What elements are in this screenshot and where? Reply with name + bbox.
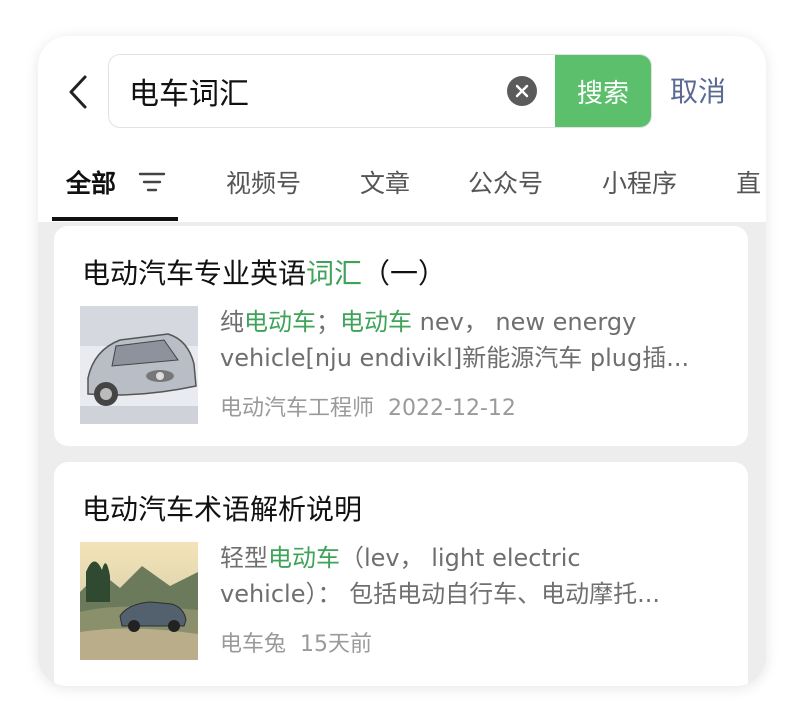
result-card-2[interactable]: 电动汽车术语解析说明 轻型电动车（lev， light electric veh…	[54, 462, 748, 686]
result-tabs: 全部 视频号 文章 公众号 小程序 直	[38, 156, 766, 222]
chevron-left-icon	[69, 75, 87, 109]
search-input[interactable]	[129, 55, 499, 127]
result-thumbnail	[80, 306, 198, 424]
search-header: 搜索 取消 全部 视频号 文章 公众号 小程序 直	[38, 36, 766, 222]
result-snippet: 轻型电动车（lev， light electric vehicle）： 包括电动…	[220, 540, 726, 612]
cancel-button[interactable]: 取消	[670, 70, 726, 110]
result-source: 电动汽车工程师	[220, 396, 375, 421]
tab-live[interactable]: 直	[736, 164, 761, 200]
result-source: 电车兔	[220, 632, 287, 657]
search-screen: 搜索 取消 全部 视频号 文章 公众号 小程序 直 电动汽车专业英语词汇（一）	[38, 36, 766, 686]
tab-all[interactable]: 全部	[66, 164, 116, 200]
tab-articles[interactable]: 文章	[360, 164, 410, 200]
active-tab-indicator	[52, 217, 178, 221]
snippet-line-2: vehicle[nju endivikl]新能源汽车 plug插...	[220, 344, 690, 372]
result-date: 15天前	[300, 632, 373, 657]
tab-video[interactable]: 视频号	[226, 164, 301, 200]
filter-lines-icon[interactable]	[138, 170, 166, 194]
tab-official-accounts[interactable]: 公众号	[468, 164, 543, 200]
result-title: 电动汽车术语解析说明	[82, 493, 363, 526]
result-date: 2022-12-12	[388, 396, 516, 421]
clear-search-button[interactable]	[507, 76, 537, 106]
search-box: 搜索	[108, 54, 652, 128]
result-meta: 电动汽车工程师 2022-12-12	[220, 390, 516, 422]
search-button[interactable]: 搜索	[555, 55, 651, 127]
result-snippet: 纯电动车；电动车 nev， new energy vehicle[nju end…	[220, 304, 726, 376]
snippet-line-1: 轻型电动车（lev， light electric	[220, 544, 581, 572]
result-thumbnail	[80, 542, 198, 660]
snippet-line-2: vehicle）： 包括电动自行车、电动摩托...	[220, 580, 660, 608]
snippet-line-1: 纯电动车；电动车 nev， new energy	[220, 308, 637, 336]
result-card-1[interactable]: 电动汽车专业英语词汇（一） 纯电动车；电动车 nev， new energy v…	[54, 226, 748, 446]
result-title: 电动汽车专业英语词汇（一）	[82, 257, 447, 290]
tab-mini-programs[interactable]: 小程序	[602, 164, 677, 200]
clear-circle-icon	[515, 84, 529, 98]
result-meta: 电车兔 15天前	[220, 626, 372, 658]
back-button[interactable]	[62, 72, 94, 112]
